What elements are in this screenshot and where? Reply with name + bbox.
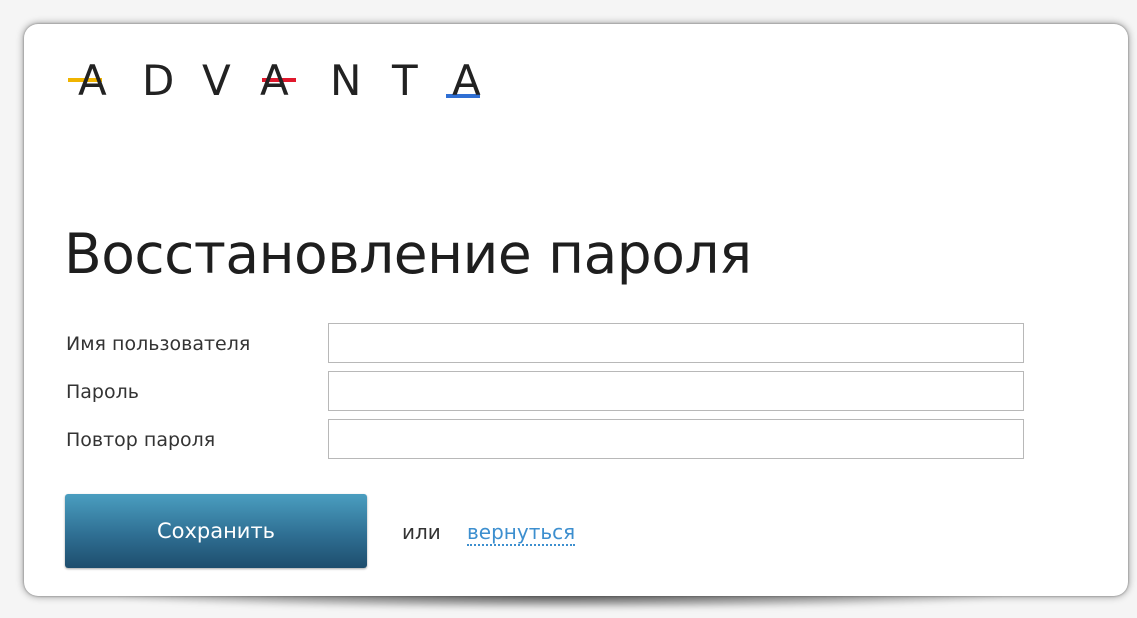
logo-letter: A — [260, 56, 289, 105]
advanta-logo: A D V A N T A — [68, 56, 498, 108]
logo-letter: A — [452, 56, 481, 105]
username-label: Имя пользователя — [66, 333, 251, 355]
password-input[interactable] — [328, 371, 1024, 411]
repeat-password-input[interactable] — [328, 419, 1024, 459]
page-title: Восстановление пароля — [64, 222, 752, 286]
save-button[interactable]: Сохранить — [65, 494, 367, 568]
logo-letter: N — [330, 56, 362, 105]
password-reset-card: A D V A N T A Восстановление пароля Имя … — [24, 24, 1128, 596]
repeat-password-label: Повтор пароля — [66, 429, 216, 451]
username-row: Имя пользователя — [64, 323, 1034, 367]
or-text: или — [402, 520, 441, 544]
logo-letter: V — [202, 56, 231, 105]
logo-letter: A — [78, 56, 107, 105]
logo-letter: T — [392, 56, 418, 105]
logo-letter: D — [142, 56, 175, 105]
repeat-password-row: Повтор пароля — [64, 419, 1034, 463]
back-link[interactable]: вернуться — [467, 520, 576, 546]
password-label: Пароль — [66, 381, 139, 403]
username-input[interactable] — [328, 323, 1024, 363]
password-row: Пароль — [64, 371, 1034, 415]
